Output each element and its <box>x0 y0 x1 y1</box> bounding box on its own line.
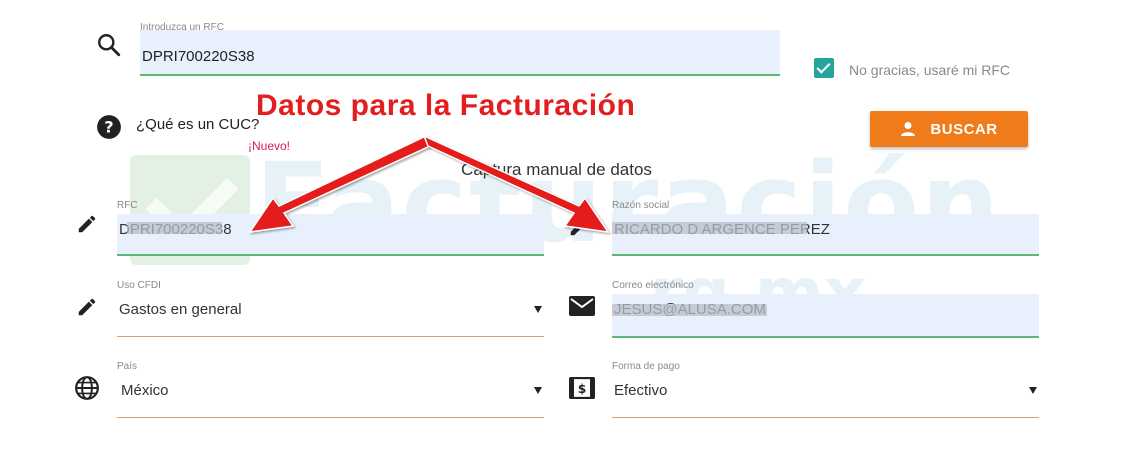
pencil-icon <box>76 296 98 318</box>
new-badge: ¡Nuevo! <box>248 139 291 153</box>
section-title: Captura manual de datos <box>461 160 652 179</box>
buscar-button-label: BUSCAR <box>930 120 998 138</box>
pencil-icon <box>568 216 590 238</box>
correo-label: Correo electrónico <box>612 280 694 291</box>
correo-input[interactable]: JESUS@ALUSA.COM <box>612 294 1039 338</box>
dropdown-arrow-icon[interactable] <box>534 306 542 313</box>
buscar-button[interactable]: BUSCAR <box>870 111 1028 147</box>
no-thanks-label[interactable]: No gracias, usaré mi RFC <box>849 62 1010 78</box>
razon-social-field: Razón social RICARDO D ARGENCE PEREZ <box>612 200 1039 256</box>
rfc-label: RFC <box>117 200 138 211</box>
help-circle-icon[interactable]: ? <box>96 114 122 140</box>
uso-cfdi-select[interactable]: Gastos en general <box>117 294 544 337</box>
redaction <box>612 222 807 234</box>
svg-text:?: ? <box>104 117 113 136</box>
forma-pago-select[interactable]: Efectivo <box>612 375 1039 418</box>
svg-text:$: $ <box>578 382 586 396</box>
cuc-help-link[interactable]: ¿Qué es un CUC? <box>136 116 259 133</box>
rfc-field: RFC DPRI700220S38 <box>117 200 544 256</box>
pais-label: País <box>117 361 138 372</box>
pais-select[interactable]: México <box>117 375 544 418</box>
forma-pago-label: Forma de pago <box>612 361 680 372</box>
razon-social-label: Razón social <box>612 200 670 211</box>
redaction <box>612 304 767 316</box>
forma-pago-field: Forma de pago Efectivo <box>612 361 1039 418</box>
mail-icon <box>569 296 595 316</box>
correo-field: Correo electrónico JESUS@ALUSA.COM <box>612 280 1039 338</box>
globe-icon <box>74 375 100 401</box>
pencil-icon <box>76 213 98 235</box>
dropdown-arrow-icon[interactable] <box>534 387 542 394</box>
dropdown-arrow-icon[interactable] <box>1029 387 1037 394</box>
uso-cfdi-field: Uso CFDI Gastos en general <box>117 280 544 337</box>
person-icon <box>900 121 916 137</box>
rfc-search-field: Introduzca un RFC <box>140 22 780 76</box>
redaction <box>127 222 222 234</box>
pais-field: País México <box>117 361 544 418</box>
rfc-search-input[interactable] <box>140 30 780 76</box>
annotation-headline: Datos para la Facturación <box>256 89 636 122</box>
search-icon <box>96 32 122 58</box>
razon-social-input[interactable]: RICARDO D ARGENCE PEREZ <box>612 214 1039 256</box>
no-thanks-checkbox[interactable] <box>814 58 834 78</box>
rfc-input[interactable]: DPRI700220S38 <box>117 214 544 256</box>
uso-cfdi-label: Uso CFDI <box>117 280 161 291</box>
money-icon: $ <box>569 377 595 399</box>
